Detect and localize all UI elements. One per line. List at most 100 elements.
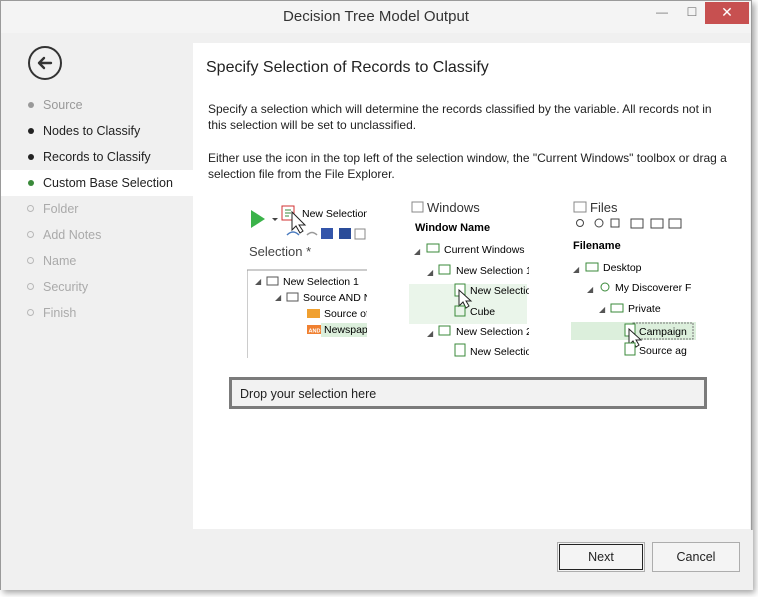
expand-icon: ◢ [599, 305, 606, 314]
tree-node: New Selectio [470, 285, 529, 297]
step-pending-icon [27, 283, 34, 290]
wizard-content: Specify Selection of Records to Classify… [193, 43, 750, 529]
toolbar-new-selection-label: New Selection [302, 208, 367, 220]
expand-icon: ◢ [414, 247, 421, 256]
step-label: Security [43, 280, 89, 294]
windows-panel-title: Windows [427, 200, 480, 215]
maximize-button[interactable]: ☐ [677, 2, 707, 24]
document-icon [454, 343, 466, 357]
cancel-button[interactable]: Cancel [652, 542, 740, 572]
tree-node: Desktop [603, 262, 642, 274]
step-custom-base-selection[interactable]: Custom Base Selection [1, 170, 193, 196]
step-done-icon [28, 102, 34, 108]
expand-icon: ◢ [255, 277, 262, 286]
step-pending-icon [27, 257, 34, 264]
copy-icon [610, 218, 620, 228]
tree-node: My Discoverer F [615, 282, 691, 294]
tree-node: New Selection 2 [456, 326, 529, 338]
tree-node: Source AND N [303, 292, 367, 304]
and-badge-label: AND [309, 329, 321, 335]
tree-node: Campaign [639, 326, 687, 338]
close-button[interactable]: ✕ [705, 2, 749, 24]
expand-icon: ◢ [573, 265, 580, 274]
selection-window-illustration: New Selection Selection * ◢ New Selectio… [247, 205, 367, 358]
step-label: Records to Classify [43, 150, 151, 164]
step-pending-icon [27, 205, 34, 212]
back-button[interactable] [28, 46, 62, 80]
instruction-text-2: Either use the icon in the top left of t… [208, 151, 727, 181]
step-visited-icon [28, 154, 34, 160]
document-icon [624, 342, 636, 356]
step-label: Custom Base Selection [43, 176, 173, 190]
page-title: Specify Selection of Records to Classify [206, 59, 489, 76]
step-security: Security [1, 274, 193, 300]
step-records-to-classify[interactable]: Records to Classify [1, 144, 193, 170]
new-folder-icon [630, 218, 644, 229]
column-header: Window Name [415, 222, 490, 234]
title-bar: Decision Tree Model Output — ☐ ✕ [1, 1, 751, 33]
step-nodes-to-classify[interactable]: Nodes to Classify [1, 118, 193, 144]
step-pending-icon [27, 231, 34, 238]
wizard-footer: Next Cancel [1, 530, 753, 590]
step-label: Finish [43, 306, 77, 320]
step-label: Name [43, 254, 77, 268]
window-icon [438, 325, 451, 336]
step-label: Add Notes [43, 228, 102, 242]
step-name: Name [1, 248, 193, 274]
wizard-window: Decision Tree Model Output — ☐ ✕ Source … [0, 0, 753, 590]
tree-node: Current Windows [444, 244, 525, 256]
window-title: Decision Tree Model Output [283, 8, 469, 25]
folder-icon [610, 303, 624, 313]
drop-zone-label: Drop your selection here [240, 387, 377, 401]
tree-node: New Selectio [470, 346, 529, 358]
selection-node-icon [286, 292, 299, 302]
tree-node: Source of [324, 308, 367, 320]
wizard-sidebar: Source Nodes to Classify Records to Clas… [1, 33, 193, 530]
tree-node: Private [628, 303, 661, 315]
back-arrow-icon [37, 56, 53, 70]
selection-node-icon [266, 276, 279, 286]
play-icon [251, 210, 265, 228]
desktop-icon [585, 262, 599, 272]
window-icon [438, 264, 451, 275]
expand-icon: ◢ [275, 293, 282, 302]
expand-icon: ◢ [427, 329, 434, 338]
step-label: Source [43, 98, 83, 112]
step-visited-icon [28, 128, 34, 134]
refresh-icon [594, 218, 604, 228]
step-finish: Finish [1, 300, 193, 326]
monitor-icon [426, 243, 440, 253]
step-add-notes: Add Notes [1, 222, 193, 248]
current-windows-illustration: Windows Window Name ◢ Current Windows ◢ … [409, 200, 529, 358]
selection-drop-zone[interactable]: Drop your selection here [229, 377, 707, 409]
folder-icon [573, 201, 587, 213]
save-icon [339, 228, 351, 239]
folder-icon [650, 218, 664, 229]
step-label: Folder [43, 202, 79, 216]
instruction-text: Specify a selection which will determine… [208, 102, 712, 132]
lock-icon [321, 228, 333, 239]
step-current-icon [28, 180, 34, 186]
tree-node: Source ag [639, 345, 687, 357]
tree-node: Cube [470, 306, 495, 318]
search-folder-icon [600, 282, 610, 292]
folder-open-icon [668, 218, 682, 229]
step-label: Nodes to Classify [43, 124, 141, 138]
wizard-steps: Source Nodes to Classify Records to Clas… [1, 92, 193, 326]
tree-node: Newspap [324, 324, 367, 336]
selection-panel-title: Selection * [249, 244, 311, 259]
redo-icon [306, 231, 318, 236]
file-explorer-illustration: Files Filename ◢ Desktop ◢ My Discoverer… [571, 200, 696, 357]
column-header: Filename [573, 240, 621, 252]
expand-icon: ◢ [587, 285, 594, 294]
step-pending-icon [27, 309, 34, 316]
next-button[interactable]: Next [557, 542, 645, 572]
step-source[interactable]: Source [1, 92, 193, 118]
search-icon [576, 219, 584, 227]
files-panel-title: Files [590, 200, 618, 215]
expand-icon: ◢ [427, 268, 434, 277]
tree-node: New Selection 1 [283, 276, 359, 288]
undo-icon [286, 231, 300, 236]
windows-icon [411, 201, 424, 213]
minimize-button[interactable]: — [647, 2, 677, 24]
